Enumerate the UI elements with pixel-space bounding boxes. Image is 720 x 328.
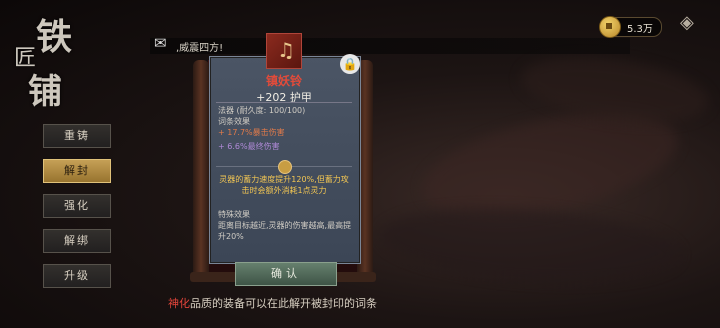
menu-upgrade-button[interactable]: 升级	[43, 264, 111, 288]
menu-reforge-button[interactable]: 重铸	[43, 124, 111, 148]
coin-icon	[599, 16, 621, 38]
confirm-button[interactable]: 确认	[235, 262, 337, 286]
ink-splash	[377, 199, 683, 291]
hint-rest: 品质的装备可以在此解开被封印的词条	[190, 297, 377, 310]
currency-value: 5.3万	[627, 24, 653, 35]
affix-crit-damage: + 17.7%暴击伤害	[218, 128, 285, 137]
title-char: 铺	[28, 72, 62, 112]
menu-enhance-button[interactable]: 强化	[43, 194, 111, 218]
item-slot[interactable]: ♫	[266, 33, 302, 69]
notice-text: ,威震四方!	[176, 43, 224, 54]
title-char: 铁	[36, 16, 73, 58]
bell-icon: ♫	[277, 38, 295, 62]
shop-title-logo: 铁 匠 铺	[6, 6, 80, 112]
item-name: 镇妖铃	[265, 74, 302, 88]
item-type-line: 法器 (耐久度: 100/100)	[218, 106, 306, 115]
seal-ornament-icon	[278, 160, 292, 174]
menu-unbind-button[interactable]: 解绑	[43, 229, 111, 253]
lock-icon[interactable]: 🔒	[340, 54, 360, 74]
display-rack-post	[193, 60, 209, 280]
hint-highlight: 神化	[168, 297, 190, 310]
menu-unseal-button[interactable]: 解封	[43, 159, 111, 183]
sealed-effect-text: 灵器的蓄力速度提升120%,但蓄力攻击时会额外消耗1点灵力	[219, 175, 349, 195]
scroll-icon: ✉	[154, 34, 167, 52]
special-effect-text: 距离目标越近,灵器的伤害越高,最高提升20%	[218, 221, 352, 241]
special-effect-header: 特殊效果	[218, 210, 250, 219]
affix-final-damage: + 6.6%最终伤害	[218, 142, 280, 151]
hint-text: 神化品质的装备可以在此解开被封印的词条	[168, 295, 377, 311]
back-arrow-icon[interactable]: ◈	[680, 12, 702, 34]
divider	[216, 102, 352, 103]
notice-bar: ,威震四方!	[150, 38, 630, 54]
affix-header: 词条效果	[218, 117, 250, 126]
currency-display: 5.3万	[599, 16, 662, 38]
